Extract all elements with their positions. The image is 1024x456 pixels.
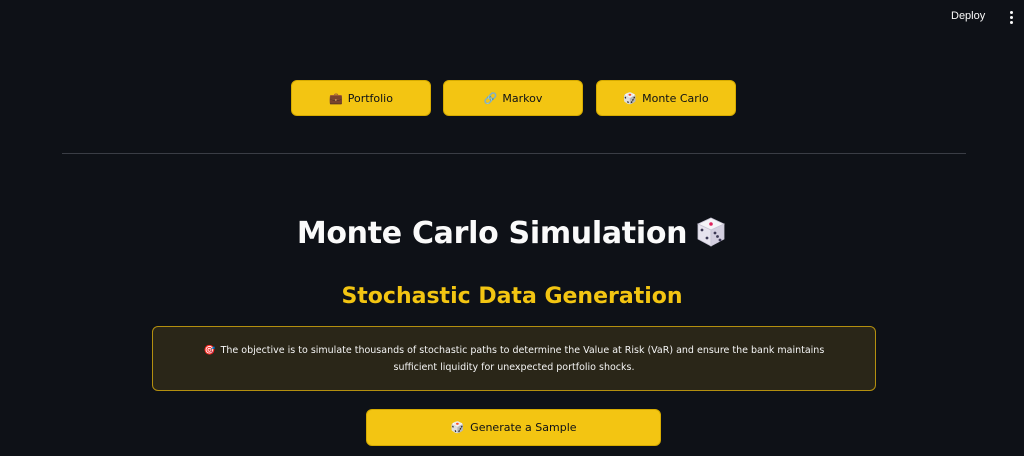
nav-button-markov[interactable]: 🔗 Markov [443,80,583,116]
chain-icon: 🔗 [483,91,498,105]
vertical-dots-icon[interactable] [1006,10,1016,26]
target-icon: 🎯 [203,344,216,356]
page-title: Monte Carlo Simulation [0,216,1024,251]
page-title-text: Monte Carlo Simulation [296,216,688,251]
nav-button-monte-carlo[interactable]: 🎲 Monte Carlo [596,80,736,116]
generate-sample-button[interactable]: 🎲 Generate a Sample [366,409,661,446]
divider [62,153,966,154]
generate-sample-label: Generate a Sample [470,421,577,434]
nav-label-monte-carlo: Monte Carlo [642,91,709,105]
nav-button-portfolio[interactable]: 💼 Portfolio [291,80,431,116]
info-message: 🎯 The objective is to simulate thousands … [183,342,845,376]
dice-icon: 🎲 [450,421,465,434]
app-page: Deploy 💼 Portfolio 🔗 Markov 🎲 Monte Carl… [0,0,1024,456]
deploy-button[interactable]: Deploy [951,10,985,22]
nav-label-markov: Markov [502,91,543,105]
info-alert: 🎯 The objective is to simulate thousands … [152,326,876,391]
page-subtitle: Stochastic Data Generation [341,284,683,309]
nav-label-portfolio: Portfolio [347,91,393,105]
dice-icon [697,217,726,247]
dice-icon: 🎲 [623,91,638,105]
briefcase-icon: 💼 [329,91,343,105]
info-text: The objective is to simulate thousands o… [220,344,825,373]
